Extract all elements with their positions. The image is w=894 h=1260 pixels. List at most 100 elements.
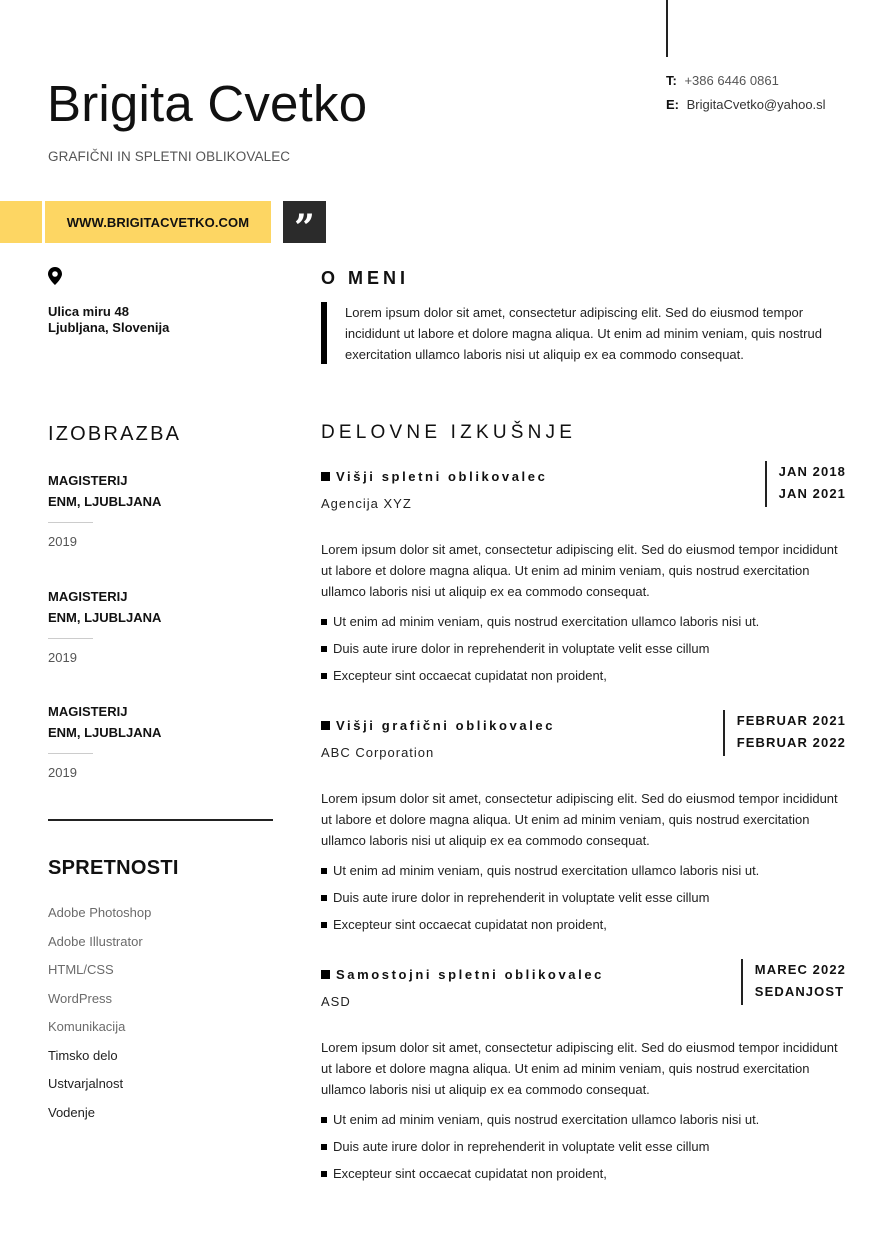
contact-block: T: +386 6446 0861 E: BrigitaCvetko@yahoo…: [666, 73, 826, 121]
phone-label: T:: [666, 73, 677, 88]
skills-list: Adobe Photoshop Adobe Illustrator HTML/C…: [48, 903, 151, 1131]
square-bullet-icon: [321, 472, 330, 481]
square-bullet-icon: [321, 867, 327, 874]
job-title-text: Samostojni spletni oblikovalec: [336, 967, 604, 982]
job-description: Lorem ipsum dolor sit amet, consectetur …: [321, 542, 838, 599]
education-year: 2019: [48, 649, 77, 665]
education-year: 2019: [48, 765, 77, 780]
square-bullet-icon: [321, 645, 327, 652]
education-divider: [48, 753, 93, 754]
square-bullet-icon: [321, 921, 327, 928]
education-heading: IZOBRAZBA: [48, 423, 182, 445]
square-bullet-icon: [321, 970, 330, 979]
job-header: Višji spletni oblikovalec Agencija XYZ J…: [321, 461, 851, 529]
education-item: MAGISTERIJ ENM, LJUBLJANA 2019: [48, 701, 278, 817]
skill-item: Timsko delo: [48, 1047, 118, 1063]
skill-item: HTML/CSS: [48, 962, 114, 977]
job-bullet: Ut enim ad minim veniam, quis nostrud ex…: [321, 1106, 851, 1133]
email-value[interactable]: BrigitaCvetko@yahoo.sl: [687, 97, 826, 112]
education-item: MAGISTERIJ ENM, LJUBLJANA 2019: [48, 586, 278, 702]
job-header: Samostojni spletni oblikovalec ASD MAREC…: [321, 959, 851, 1027]
skill-item: Adobe Photoshop: [48, 905, 152, 920]
contact-email: E: BrigitaCvetko@yahoo.sl: [666, 97, 826, 121]
job-bullet: Ut enim ad minim veniam, quis nostrud ex…: [321, 608, 851, 635]
education-school: ENM, LJUBLJANA: [48, 609, 162, 625]
job-entry: Samostojni spletni oblikovalec ASD MAREC…: [321, 959, 851, 1187]
education-school: ENM, LJUBLJANA: [48, 494, 162, 509]
job-title: Samostojni spletni oblikovalec: [321, 967, 604, 982]
address: Ulica miru 48 Ljubljana, Slovenija: [48, 304, 169, 336]
skill-item: Adobe Illustrator: [48, 933, 143, 949]
job-dates: FEBRUAR 2021 FEBRUAR 2022: [722, 710, 846, 756]
about-accent-bar: [321, 302, 327, 364]
skill-item: WordPress: [48, 990, 113, 1006]
job-start-date: FEBRUAR 2021: [736, 713, 846, 728]
quote-glyph: ”: [294, 207, 315, 249]
contact-phone: T: +386 6446 0861: [666, 73, 826, 97]
job-company: Agencija XYZ: [321, 496, 412, 511]
address-line-1: Ulica miru 48: [48, 304, 129, 319]
education-year: 2019: [48, 534, 77, 549]
job-end-date: SEDANJOST: [754, 984, 845, 999]
job-bullet-text: Excepteur sint occaecat cupidatat non pr…: [333, 1166, 607, 1181]
website-link[interactable]: WWW.BRIGITACVETKO.COM: [45, 201, 271, 243]
square-bullet-icon: [321, 721, 330, 730]
job-description: Lorem ipsum dolor sit amet, consectetur …: [321, 791, 838, 848]
job-title: Višji grafični oblikovalec: [321, 718, 555, 733]
job-bullet: Ut enim ad minim veniam, quis nostrud ex…: [321, 857, 851, 884]
address-line-2: Ljubljana, Slovenija: [48, 320, 170, 335]
phone-value[interactable]: +386 6446 0861: [684, 73, 778, 88]
job-company: ABC Corporation: [321, 745, 435, 760]
job-start-date: MAREC 2022: [754, 962, 846, 977]
job-bullet-list: Ut enim ad minim veniam, quis nostrud ex…: [321, 1106, 851, 1187]
square-bullet-icon: [321, 1116, 327, 1123]
job-title-text: Višji grafični oblikovalec: [336, 718, 556, 733]
skill-item: Komunikacija: [48, 1019, 126, 1034]
job-bullet-text: Ut enim ad minim veniam, quis nostrud ex…: [333, 1112, 760, 1127]
job-description: Lorem ipsum dolor sit amet, consectetur …: [321, 1040, 838, 1097]
square-bullet-icon: [321, 1170, 327, 1177]
accent-block: [0, 201, 42, 243]
skills-heading: SPRETNOSTI: [48, 857, 179, 879]
job-bullet-text: Ut enim ad minim veniam, quis nostrud ex…: [333, 614, 760, 629]
job-bullet-text: Duis aute irure dolor in reprehenderit i…: [333, 1139, 710, 1154]
job-bullet-list: Ut enim ad minim veniam, quis nostrud ex…: [321, 608, 851, 689]
header-vertical-rule: [666, 0, 668, 57]
about-text: Lorem ipsum dolor sit amet, consectetur …: [345, 305, 822, 362]
education-degree: MAGISTERIJ: [48, 473, 128, 488]
job-bullet: Excepteur sint occaecat cupidatat non pr…: [321, 911, 851, 938]
education-divider: [48, 637, 93, 639]
skill-item: Vodenje: [48, 1104, 95, 1120]
education-degree: MAGISTERIJ: [48, 704, 128, 719]
email-label: E:: [666, 97, 679, 112]
job-dates: JAN 2018 JAN 2021: [764, 461, 846, 507]
about-heading: O MENI: [321, 268, 410, 288]
job-start-date: JAN 2018: [778, 464, 846, 479]
skill-item: Ustvarjalnost: [48, 1076, 124, 1091]
education-item: MAGISTERIJ ENM, LJUBLJANA 2019: [48, 470, 278, 586]
job-bullet-list: Ut enim ad minim veniam, quis nostrud ex…: [321, 857, 851, 938]
education-list: MAGISTERIJ ENM, LJUBLJANA 2019 MAGISTERI…: [48, 470, 278, 817]
job-bullet-text: Ut enim ad minim veniam, quis nostrud ex…: [333, 863, 760, 878]
candidate-name: Brigita Cvetko: [47, 75, 368, 132]
job-bullet: Duis aute irure dolor in reprehenderit i…: [321, 635, 851, 662]
job-title: Višji spletni oblikovalec: [321, 469, 547, 484]
job-bullet: Duis aute irure dolor in reprehenderit i…: [321, 1133, 851, 1160]
job-dates: MAREC 2022 SEDANJOST: [740, 959, 846, 1005]
job-entry: Višji spletni oblikovalec Agencija XYZ J…: [321, 461, 851, 689]
job-company: ASD: [321, 994, 351, 1009]
education-divider: [48, 522, 93, 523]
job-bullet: Duis aute irure dolor in reprehenderit i…: [321, 884, 851, 911]
map-pin-icon: [48, 267, 62, 285]
job-header: Višji grafični oblikovalec ABC Corporati…: [321, 710, 851, 778]
job-bullet-text: Excepteur sint occaecat cupidatat non pr…: [333, 917, 607, 932]
job-subtitle: GRAFIČNI IN SPLETNI OBLIKOVALEC: [48, 149, 291, 164]
square-bullet-icon: [321, 672, 327, 679]
square-bullet-icon: [321, 618, 327, 625]
job-bullet-text: Duis aute irure dolor in reprehenderit i…: [333, 890, 710, 905]
job-bullet: Excepteur sint occaecat cupidatat non pr…: [321, 662, 851, 689]
job-bullet-text: Excepteur sint occaecat cupidatat non pr…: [333, 668, 607, 683]
job-entry: Višji grafični oblikovalec ABC Corporati…: [321, 710, 851, 938]
education-school: ENM, LJUBLJANA: [48, 725, 162, 740]
job-end-date: JAN 2021: [778, 486, 846, 501]
